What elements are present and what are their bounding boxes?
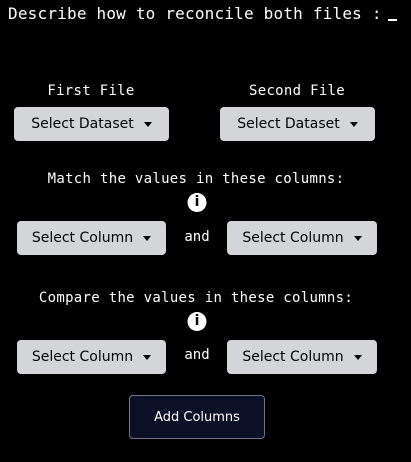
match-right-column-value: Select Column bbox=[242, 230, 344, 246]
chevron-down-icon bbox=[353, 235, 362, 241]
chevron-down-icon bbox=[349, 121, 358, 127]
compare-right-column-value: Select Column bbox=[242, 349, 344, 365]
add-columns-button[interactable]: Add Columns bbox=[129, 395, 265, 439]
first-file-label: First File bbox=[47, 83, 135, 99]
match-left-column-value: Select Column bbox=[31, 230, 134, 246]
second-dataset-dropdown[interactable]: Select Dataset bbox=[220, 107, 375, 141]
second-file-label: Second File bbox=[248, 83, 346, 99]
chevron-down-icon bbox=[353, 354, 362, 360]
second-dataset-value: Select Dataset bbox=[237, 116, 340, 132]
compare-and-label: and bbox=[184, 347, 210, 363]
compare-left-column-value: Select Column bbox=[31, 349, 134, 365]
chevron-down-icon bbox=[143, 354, 152, 360]
match-and-label: and bbox=[184, 229, 210, 245]
info-icon[interactable]: i bbox=[187, 193, 207, 212]
prompt-text: Describe how to reconcile both files : bbox=[8, 4, 382, 23]
reconcile-prompt: Describe how to reconcile both files : bbox=[8, 4, 397, 23]
first-dataset-value: Select Dataset bbox=[31, 116, 134, 132]
chevron-down-icon bbox=[143, 121, 152, 127]
first-dataset-dropdown[interactable]: Select Dataset bbox=[14, 107, 169, 141]
match-heading: Match the values in these columns: bbox=[47, 171, 345, 187]
match-left-column-dropdown[interactable]: Select Column bbox=[17, 221, 166, 255]
chevron-down-icon bbox=[143, 235, 152, 241]
info-icon[interactable]: i bbox=[187, 312, 207, 331]
compare-left-column-dropdown[interactable]: Select Column bbox=[17, 340, 166, 374]
compare-heading: Compare the values in these columns: bbox=[38, 290, 354, 306]
text-cursor bbox=[387, 19, 397, 21]
match-right-column-dropdown[interactable]: Select Column bbox=[227, 221, 377, 255]
compare-right-column-dropdown[interactable]: Select Column bbox=[227, 340, 377, 374]
